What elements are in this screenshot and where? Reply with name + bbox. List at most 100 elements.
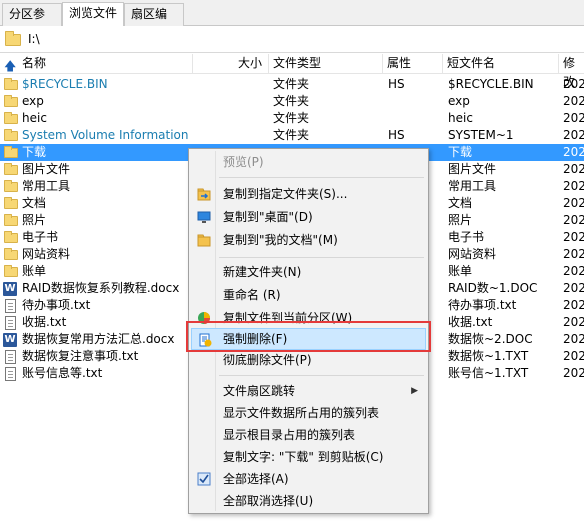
file-attr: HS	[388, 77, 405, 91]
file-modified: 202	[563, 298, 584, 312]
checkbox-checked-icon	[197, 472, 211, 486]
file-short-name: SYSTEM~1	[448, 128, 514, 142]
menu-item-new-folder[interactable]: 新建文件夹(N)	[191, 261, 426, 283]
menu-separator	[219, 375, 424, 376]
menu-item-sector-jump[interactable]: 文件扇区跳转 ▶	[191, 380, 426, 402]
file-name: $RECYCLE.BIN	[22, 77, 108, 91]
file-modified: 202	[563, 145, 584, 159]
file-row-recycle-bin[interactable]: $RECYCLE.BIN 文件夹 HS $RECYCLE.BIN 202	[0, 76, 584, 93]
file-row-exp[interactable]: exp 文件夹 exp 202	[0, 93, 584, 110]
file-modified: 202	[563, 77, 584, 91]
menu-item-copy-text[interactable]: 复制文字: "下载" 到剪贴板(C)	[191, 446, 426, 468]
folder-icon	[4, 78, 18, 90]
file-type: 文件夹	[273, 128, 310, 142]
folder-icon	[4, 146, 18, 158]
column-header: 🡅 名称 大小 文件类型 属性 短文件名 修改	[0, 54, 584, 89]
file-short-name: 待办事项.txt	[448, 298, 517, 312]
folder-icon	[4, 197, 18, 209]
file-short-name: heic	[448, 111, 473, 125]
file-short-name: RAID数~1.DOC	[448, 281, 538, 295]
menu-item-label: 预览(P)	[223, 155, 264, 169]
file-modified: 202	[563, 162, 584, 176]
menu-item-copy-to-folder[interactable]: 复制到指定文件夹(S)...	[191, 183, 426, 205]
file-short-name: 数据恢~2.DOC	[448, 332, 533, 346]
file-modified: 202	[563, 213, 584, 227]
column-name[interactable]: 🡅 名称	[0, 54, 193, 74]
file-modified: 202	[563, 349, 584, 363]
column-size[interactable]: 大小	[193, 54, 269, 74]
text-file-icon	[5, 299, 16, 313]
menu-item-label: 复制到"桌面"(D)	[223, 210, 313, 224]
tab-browse-files[interactable]: 浏览文件	[62, 2, 124, 26]
file-modified: 202	[563, 128, 584, 142]
menu-item-label: 复制文字: "下载" 到剪贴板(C)	[223, 450, 384, 464]
file-short-name: 下载	[448, 145, 473, 159]
menu-item-copy-to-my-documents[interactable]: 复制到"我的文档"(M)	[191, 229, 426, 251]
text-file-icon	[5, 367, 16, 381]
submenu-arrow-icon: ▶	[411, 386, 418, 396]
file-modified: 202	[563, 230, 584, 244]
word-doc-icon: W	[3, 282, 17, 296]
file-short-name: 照片	[448, 213, 473, 227]
menu-item-label: 全部取消选择(U)	[223, 494, 314, 508]
file-name: RAID数据恢复系列教程.docx	[22, 281, 180, 295]
column-attr[interactable]: 属性	[383, 54, 443, 74]
file-type: 文件夹	[273, 111, 310, 125]
menu-item-label: 新建文件夹(N)	[223, 265, 302, 279]
text-file-icon	[5, 350, 16, 364]
file-short-name: 文档	[448, 196, 473, 210]
file-short-name: 收据.txt	[448, 315, 493, 329]
menu-item-select-all[interactable]: 全部选择(A)	[191, 468, 426, 490]
highlight-frame	[186, 321, 431, 352]
text-file-icon	[5, 316, 16, 330]
folder-icon	[4, 163, 18, 175]
file-modified: 202	[563, 332, 584, 346]
copy-to-folder-icon	[197, 188, 211, 201]
column-type[interactable]: 文件类型	[269, 54, 383, 74]
file-short-name: 数据恢~1.TXT	[448, 349, 529, 363]
menu-item-label: 复制到"我的文档"(M)	[223, 233, 338, 247]
current-path[interactable]: I:\	[28, 32, 40, 46]
menu-item-rename[interactable]: 重命名 (R)	[191, 284, 426, 306]
menu-item-label: 重命名 (R)	[223, 288, 281, 302]
tab-partition-params[interactable]: 分区参数	[2, 3, 62, 42]
menu-item-show-root-clusters[interactable]: 显示根目录占用的簇列表	[191, 424, 426, 446]
column-short-name[interactable]: 短文件名	[443, 54, 559, 74]
file-short-name: 电子书	[448, 230, 485, 244]
file-modified: 202	[563, 196, 584, 210]
folder-icon	[5, 31, 21, 46]
folder-icon	[4, 214, 18, 226]
sort-up-icon: 🡅	[4, 59, 17, 73]
file-row-system-volume[interactable]: System Volume Information 文件夹 HS SYSTEM~…	[0, 127, 584, 144]
menu-item-copy-to-desktop[interactable]: 复制到"桌面"(D)	[191, 206, 426, 228]
folder-icon	[4, 129, 18, 141]
word-doc-icon: W	[3, 333, 17, 347]
tab-bar: 分区参数 浏览文件 扇区编辑	[0, 0, 584, 42]
menu-item-label: 彻底删除文件(P)	[223, 353, 312, 367]
menu-item-deselect-all[interactable]: 全部取消选择(U)	[191, 490, 426, 512]
column-name-label: 名称	[22, 56, 47, 70]
file-modified: 202	[563, 315, 584, 329]
menu-item-label: 显示根目录占用的簇列表	[223, 428, 356, 442]
menu-item-label: 复制到指定文件夹(S)...	[223, 187, 348, 201]
path-bar: I:\	[0, 27, 584, 53]
file-modified: 202	[563, 264, 584, 278]
file-short-name: $RECYCLE.BIN	[448, 77, 534, 91]
file-modified: 202	[563, 111, 584, 125]
file-modified: 202	[563, 366, 584, 380]
menu-item-preview[interactable]: 预览(P)	[191, 151, 426, 173]
menu-item-show-file-clusters[interactable]: 显示文件数据所占用的簇列表	[191, 402, 426, 424]
menu-item-wipe-delete[interactable]: 彻底删除文件(P)	[191, 349, 426, 371]
file-row-heic[interactable]: heic 文件夹 heic 202	[0, 110, 584, 127]
menu-item-label: 文件扇区跳转	[223, 384, 296, 398]
file-short-name: 网站资料	[448, 247, 497, 261]
folder-icon	[4, 112, 18, 124]
folder-icon	[4, 180, 18, 192]
file-short-name: 账单	[448, 264, 473, 278]
tab-sector-editor[interactable]: 扇区编辑	[124, 3, 184, 42]
folder-icon	[4, 265, 18, 277]
file-modified: 202	[563, 281, 584, 295]
file-modified: 202	[563, 179, 584, 193]
file-name: System Volume Information	[22, 128, 189, 142]
column-modified[interactable]: 修改	[559, 54, 584, 89]
